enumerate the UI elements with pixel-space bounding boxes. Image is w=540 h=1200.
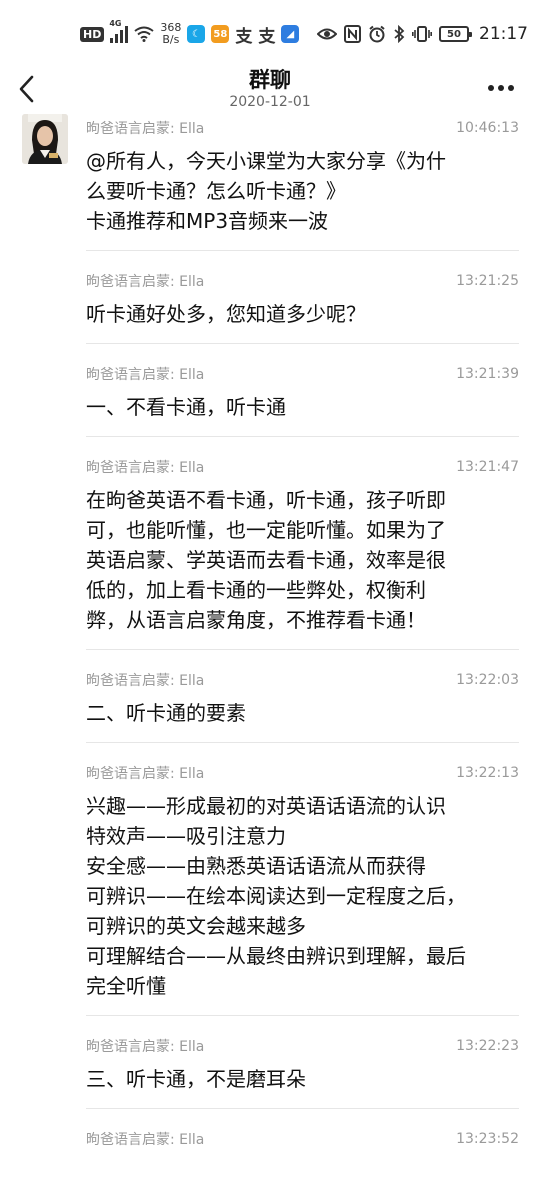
message-meta: 昫爸语言启蒙: Ella 10:46:13	[86, 110, 519, 146]
message-line: @所有人，今天小课堂为大家分享《为什	[86, 149, 446, 173]
wifi-icon	[134, 26, 154, 42]
status-bar-left: HD 4G 368 B/s ☾ 58 支 支 ◢	[80, 18, 300, 50]
message-meta: 昫爸语言启蒙: Ella 13:23:52	[86, 1121, 519, 1157]
message-text[interactable]: 一、不看卡通，听卡通	[86, 392, 519, 436]
app-icon: ◢	[281, 25, 300, 43]
app-icon: ☾	[187, 25, 206, 43]
message-line: 听卡通好处多，您知道多少呢？	[86, 302, 366, 326]
message-line: 二、听卡通的要素	[86, 701, 246, 725]
battery-icon: 50	[439, 26, 472, 42]
avatar[interactable]	[22, 114, 68, 164]
message-meta: 昫爸语言启蒙: Ella 13:22:03	[86, 662, 519, 698]
message-text[interactable]: @所有人，今天小课堂为大家分享《为什 么要听卡通？怎么听卡通？》 卡通推荐和MP3音…	[86, 146, 519, 250]
alipay-icon: 支	[258, 26, 276, 47]
status-bar: HD 4G 368 B/s ☾ 58 支 支 ◢ 50 21:17	[0, 0, 540, 68]
page-title: 群聊	[249, 68, 291, 92]
status-bar-right: 50 21:17	[317, 18, 528, 50]
message-line: 安全感——由熟悉英语话语流从而获得	[86, 854, 426, 878]
message-text[interactable]: 兴趣——形成最初的对英语话语流的认识 特效声——吸引注意力安全感——由熟悉英语话语…	[86, 791, 519, 1015]
message-item[interactable]: 昫爸语言启蒙: Ella 10:46:13 @所有人，今天小课堂为大家分享《为什 么要…	[86, 110, 519, 251]
message-meta: 昫爸语言启蒙: Ella 13:22:13	[86, 755, 519, 791]
message-text[interactable]: 三、听卡通，不是磨耳朵	[86, 1064, 519, 1108]
message-time: 10:46:13	[456, 120, 519, 136]
message-line: 完全听懂	[86, 974, 166, 998]
message-line: 可理解结合——从最终由辨识到理解，最后	[86, 944, 466, 968]
message-sender: 昫爸语言启蒙: Ella	[86, 121, 205, 137]
message-item[interactable]: 昫爸语言启蒙: Ella 13:22:03 二、听卡通的要素	[86, 650, 519, 743]
message-item[interactable]: 昫爸语言启蒙: Ella 13:21:47 在昫爸英语不看卡通，听卡通，孩子听即 可，…	[86, 437, 519, 650]
message-item[interactable]: 昫爸语言启蒙: Ella 13:22:23 三、听卡通，不是磨耳朵	[86, 1016, 519, 1109]
clock: 21:17	[479, 24, 528, 44]
hd-icon: HD	[80, 26, 105, 42]
message-time: 13:21:39	[456, 366, 519, 382]
message-sender: 昫爸语言启蒙: Ella	[86, 1039, 205, 1055]
message-meta: 昫爸语言启蒙: Ella 13:21:39	[86, 356, 519, 392]
message-sender: 昫爸语言启蒙: Ella	[86, 274, 205, 290]
message-item[interactable]: 昫爸语言启蒙: Ella 13:23:52	[86, 1109, 519, 1157]
message-item[interactable]: 昫爸语言启蒙: Ella 13:21:25 听卡通好处多，您知道多少呢？	[86, 251, 519, 344]
message-sender: 昫爸语言启蒙: Ella	[86, 673, 205, 689]
vibrate-icon	[412, 26, 432, 42]
nfc-icon	[344, 25, 361, 43]
message-line: 低的，加上看卡通的一些弊处，权衡利	[86, 578, 426, 602]
message-sender: 昫爸语言启蒙: Ella	[86, 1132, 205, 1148]
message-time: 13:21:25	[456, 273, 519, 289]
signal-icon: 4G	[109, 19, 129, 43]
message-line: 可辨识——在绘本阅读达到一定程度之后，	[86, 884, 466, 908]
message-text[interactable]: 二、听卡通的要素	[86, 698, 519, 742]
message-meta: 昫爸语言启蒙: Ella 13:22:23	[86, 1028, 519, 1064]
58-app-icon: 58	[211, 25, 230, 43]
message-line: 可辨识的英文会越来越多	[86, 914, 306, 938]
message-time: 13:23:52	[456, 1131, 519, 1147]
message-time: 13:22:23	[456, 1038, 519, 1054]
message-line: 在昫爸英语不看卡通，听卡通，孩子听即	[86, 488, 446, 512]
message-line: 么要听卡通？怎么听卡通？》	[86, 179, 346, 203]
message-line: 一、不看卡通，听卡通	[86, 395, 286, 419]
message-text[interactable]: 听卡通好处多，您知道多少呢？	[86, 299, 519, 343]
more-options-icon[interactable]	[486, 76, 516, 100]
message-line: 兴趣——形成最初的对英语话语流的认识	[86, 794, 446, 818]
message-sender: 昫爸语言启蒙: Ella	[86, 460, 205, 476]
network-speed: 368 B/s	[160, 21, 182, 46]
alipay-icon: 支	[235, 26, 253, 47]
message-sender: 昫爸语言启蒙: Ella	[86, 367, 205, 383]
message-line: 英语启蒙、学英语而去看卡通，效率是很	[86, 548, 446, 572]
network-type: 4G	[109, 19, 122, 28]
message-meta: 昫爸语言启蒙: Ella 13:21:25	[86, 263, 519, 299]
eye-icon	[317, 28, 337, 40]
message-time: 13:21:47	[456, 459, 519, 475]
message-item[interactable]: 昫爸语言启蒙: Ella 13:22:13 兴趣——形成最初的对英语话语流的认识 特效…	[86, 743, 519, 1016]
message-time: 13:22:03	[456, 672, 519, 688]
message-time: 13:22:13	[456, 765, 519, 781]
message-meta: 昫爸语言启蒙: Ella 13:21:47	[86, 449, 519, 485]
page-date: 2020-12-01	[229, 94, 311, 110]
message-list[interactable]: 昫爸语言启蒙: Ella 10:46:13 @所有人，今天小课堂为大家分享《为什 么要…	[86, 110, 519, 1157]
message-line: 卡通推荐和MP3音频来一波	[86, 209, 329, 233]
message-line: 特效声——吸引注意力	[86, 824, 286, 848]
message-line: 弊，从语言启蒙角度，不推荐看卡通！	[86, 608, 426, 632]
alarm-icon	[369, 25, 385, 43]
message-line: 三、听卡通，不是磨耳朵	[86, 1067, 306, 1091]
message-sender: 昫爸语言启蒙: Ella	[86, 766, 205, 782]
message-line: 可，也能听懂，也一定能听懂。如果为了	[86, 518, 446, 542]
message-text[interactable]: 在昫爸英语不看卡通，听卡通，孩子听即 可，也能听懂，也一定能听懂。如果为了 英语启蒙…	[86, 485, 519, 649]
message-item[interactable]: 昫爸语言启蒙: Ella 13:21:39 一、不看卡通，听卡通	[86, 344, 519, 437]
bluetooth-icon	[394, 25, 405, 43]
